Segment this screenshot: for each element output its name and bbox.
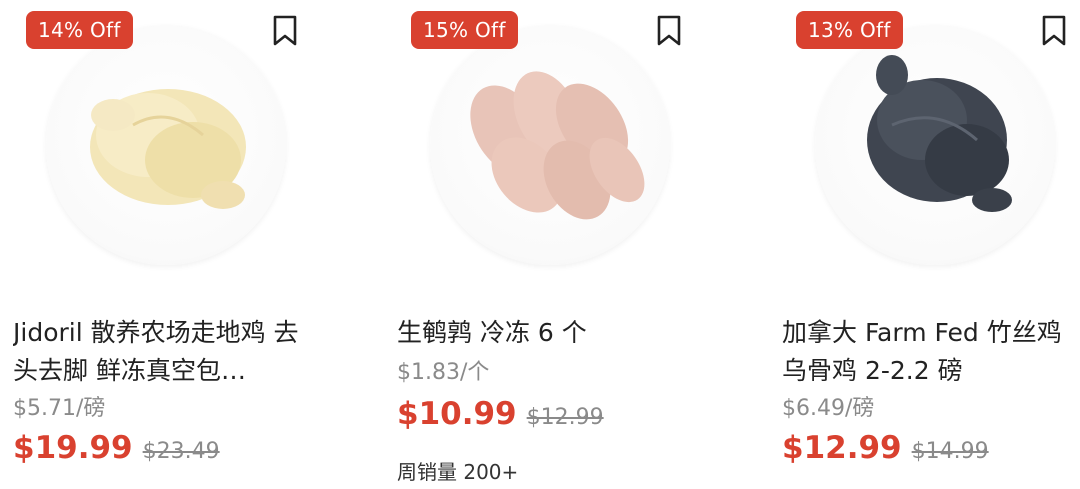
product-title[interactable]: 生鹌鹑 冷冻 6 个 [397,314,697,352]
product-card-quail[interactable]: 15% Off 生鹌鹑 冷冻 6 个 $1.83/个 $10.99 $12.99 … [397,0,697,489]
product-title[interactable]: 加拿大 Farm Fed 竹丝鸡 乌骨鸡 2-2.2 磅 [782,314,1080,390]
sale-price: $12.99 [782,430,902,466]
discount-badge: 13% Off [796,11,903,49]
sale-price: $10.99 [397,396,517,432]
price-row: $12.99 $14.99 [782,430,989,466]
unit-price: $6.49/磅 [782,396,875,421]
unit-price: $5.71/磅 [13,396,106,421]
product-card-silkie[interactable]: 13% Off 加拿大 Farm Fed 竹丝鸡 乌骨鸡 2-2.2 磅 $6.… [782,0,1080,489]
original-price: $23.49 [142,439,220,464]
price-row: $10.99 $12.99 [397,396,604,432]
bookmark-icon[interactable] [1040,15,1068,47]
discount-badge: 15% Off [411,11,518,49]
product-image[interactable]: 15% Off [397,0,697,290]
product-image[interactable]: 14% Off [13,0,313,290]
product-image[interactable]: 13% Off [782,0,1080,290]
product-grid: 14% Off Jidoril 散养农场走地鸡 去头去脚 鲜冻真空包… $5.7… [0,0,1080,489]
sale-price: $19.99 [13,430,133,466]
bookmark-icon[interactable] [655,15,683,47]
weekly-sales: 周销量 200+ [397,460,519,484]
unit-price: $1.83/个 [397,360,490,385]
price-row: $19.99 $23.49 [13,430,220,466]
original-price: $12.99 [526,405,604,430]
bookmark-icon[interactable] [271,15,299,47]
whole-chicken-image [90,89,246,209]
quail-image [470,71,645,220]
discount-badge: 14% Off [26,11,133,49]
silkie-chicken-image [867,55,1012,212]
original-price: $14.99 [911,439,989,464]
product-card-chicken[interactable]: 14% Off Jidoril 散养农场走地鸡 去头去脚 鲜冻真空包… $5.7… [13,0,313,489]
product-title[interactable]: Jidoril 散养农场走地鸡 去头去脚 鲜冻真空包… [13,314,313,390]
